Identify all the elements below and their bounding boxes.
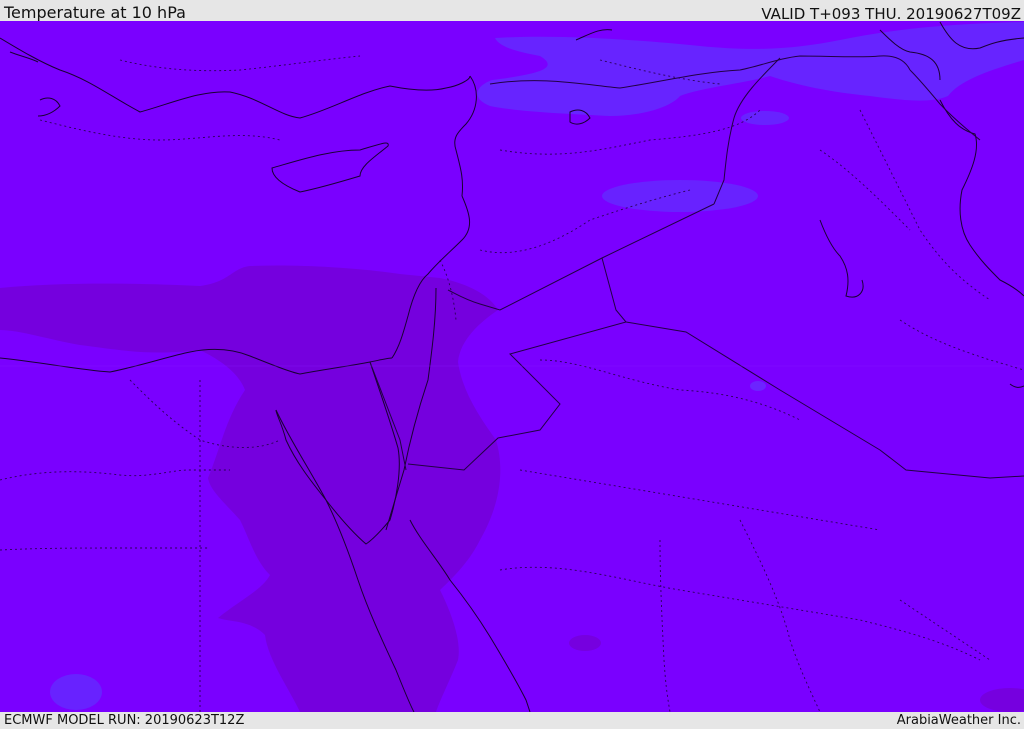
base-temperature-field	[0, 21, 1024, 712]
temperature-map	[0, 21, 1024, 712]
model-run-label: ECMWF MODEL RUN: 20190623T12Z	[4, 713, 245, 728]
cool-temperature-patch-iraq	[741, 111, 789, 125]
map-canvas	[0, 21, 1024, 712]
map-title: Temperature at 10 hPa	[4, 3, 186, 22]
cool-temperature-patch-syria	[602, 180, 758, 212]
cool-temperature-spot	[750, 381, 766, 391]
brand-label: ArabiaWeather Inc.	[896, 713, 1021, 728]
cool-temperature-patch-south	[50, 674, 102, 710]
warm-temperature-spot	[569, 635, 601, 651]
